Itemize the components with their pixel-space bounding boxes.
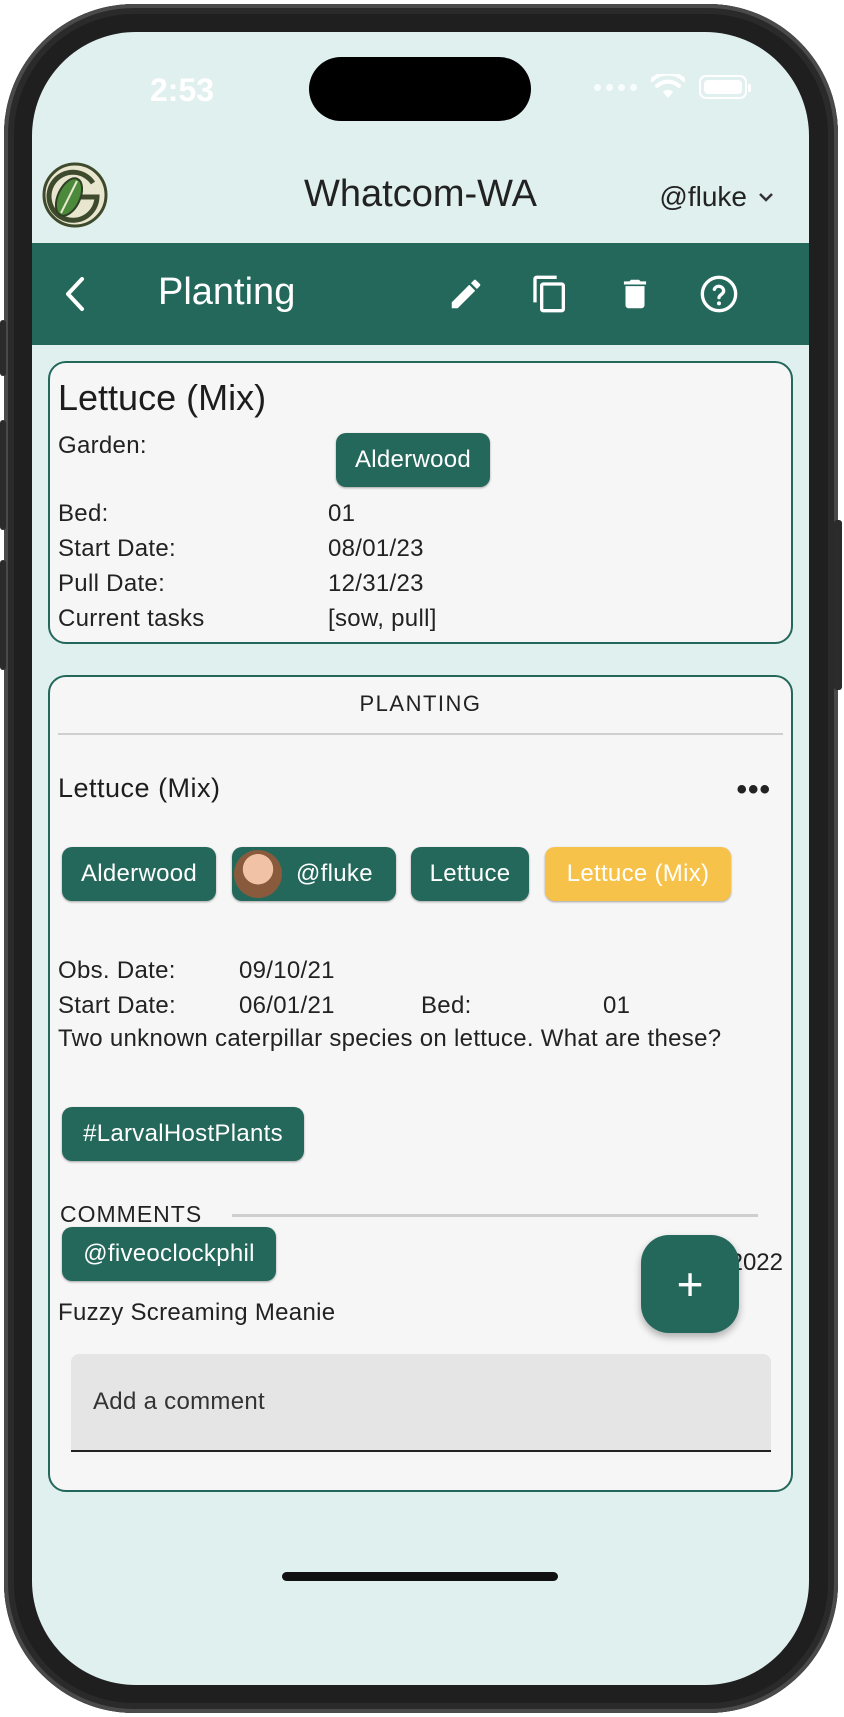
comment-text: Fuzzy Screaming Meanie — [58, 1299, 336, 1326]
obs-date-value: 09/10/21 — [239, 957, 335, 984]
pull-date-label: Pull Date: — [58, 570, 166, 597]
pull-date-row: Pull Date: 12/31/23 — [58, 570, 424, 598]
obs-bed-label: Bed: — [421, 992, 472, 1019]
start-date-row: Start Date: 08/01/23 — [58, 535, 424, 563]
user-chip-label: @fluke — [296, 860, 373, 887]
garden-chip[interactable]: Alderwood — [336, 433, 490, 487]
toolbar: Planting — [32, 243, 809, 345]
cellular-icon — [594, 83, 637, 91]
planting-title: Lettuce (Mix) — [58, 377, 267, 418]
tasks-value: [sow, pull] — [328, 605, 437, 632]
volume-up-button — [0, 420, 6, 530]
garden-row: Garden: — [58, 432, 147, 460]
start-date-label: Start Date: — [58, 535, 177, 562]
bed-label: Bed: — [58, 500, 109, 527]
dynamic-island — [309, 57, 531, 121]
comments-divider — [232, 1214, 758, 1217]
comment-input[interactable] — [71, 1354, 771, 1450]
toolbar-title: Planting — [158, 271, 296, 313]
user-chip[interactable]: @fluke — [232, 847, 396, 901]
back-arrow-icon — [66, 277, 84, 311]
comment-field-container — [71, 1354, 771, 1452]
volume-down-button — [0, 560, 6, 670]
back-button[interactable] — [52, 271, 98, 317]
more-options-icon[interactable]: ••• — [736, 773, 771, 807]
delete-button[interactable] — [612, 271, 658, 317]
user-menu-dropdown[interactable]: @fluke — [659, 181, 775, 213]
help-button[interactable] — [696, 271, 742, 317]
tasks-row: Current tasks [sow, pull] — [58, 605, 436, 633]
variety-chip[interactable]: Lettuce (Mix) — [545, 847, 731, 901]
crop-chip[interactable]: Lettuce — [411, 847, 529, 901]
observation-card: PLANTING Lettuce (Mix) ••• Alderwood @fl… — [48, 675, 793, 1492]
battery-icon — [699, 75, 751, 99]
trash-icon — [623, 279, 647, 309]
avatar — [234, 850, 282, 898]
action-button — [0, 320, 6, 376]
duplicate-button[interactable] — [527, 271, 573, 317]
obs-start-value: 06/01/21 — [239, 992, 335, 1019]
planting-detail-card: Lettuce (Mix) Garden: Alderwood Bed: 01 … — [48, 361, 793, 644]
start-date-value: 08/01/23 — [328, 535, 424, 562]
obs-date-label: Obs. Date: — [58, 957, 176, 984]
chevron-down-icon — [759, 193, 773, 202]
bed-value: 01 — [328, 500, 356, 527]
screen: 2:53 Whatcom-WA @fluke Planting Lettuce … — [32, 32, 809, 1685]
edit-button[interactable] — [443, 271, 489, 317]
hashtag-chip[interactable]: #LarvalHostPlants — [62, 1107, 304, 1161]
tasks-label: Current tasks — [58, 605, 205, 632]
add-button[interactable]: + — [641, 1235, 739, 1333]
pencil-icon — [451, 279, 481, 309]
copy-icon — [533, 275, 565, 313]
obs-bed-value: 01 — [603, 992, 631, 1019]
power-button — [834, 520, 842, 690]
wifi-icon — [651, 74, 685, 98]
app-header: Whatcom-WA @fluke — [32, 147, 809, 247]
section-divider — [58, 733, 783, 735]
observation-description: Two unknown caterpillar species on lettu… — [58, 1025, 722, 1052]
help-circle-icon — [700, 275, 738, 313]
observation-title: Lettuce (Mix) — [58, 773, 221, 803]
comments-heading: COMMENTS — [60, 1201, 203, 1227]
obs-start-label: Start Date: — [58, 992, 177, 1019]
status-time: 2:53 — [150, 72, 215, 108]
status-icons — [594, 74, 751, 100]
comment-author-chip[interactable]: @fiveoclockphil — [62, 1227, 276, 1281]
bed-row: Bed: 01 — [58, 500, 355, 528]
garden-label: Garden: — [58, 432, 147, 459]
pull-date-value: 12/31/23 — [328, 570, 424, 597]
obs-start-row: Start Date: 06/01/21 Bed: 01 — [58, 992, 630, 1020]
home-indicator — [282, 1572, 558, 1581]
section-heading: PLANTING — [359, 691, 482, 716]
user-handle: @fluke — [659, 181, 747, 212]
garden-chip[interactable]: Alderwood — [62, 847, 216, 901]
obs-date-row: Obs. Date: 09/10/21 — [58, 957, 335, 985]
